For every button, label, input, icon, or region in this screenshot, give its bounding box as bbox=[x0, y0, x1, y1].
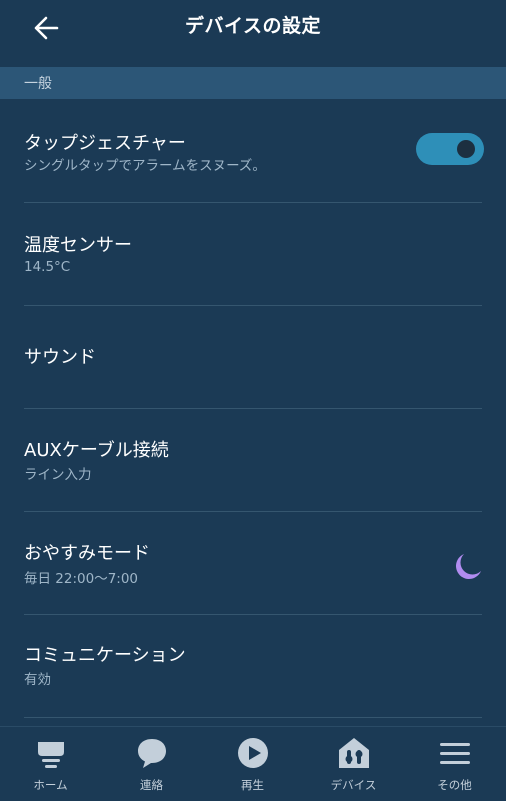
nav-label: デバイス bbox=[330, 778, 377, 792]
setting-row-sound[interactable]: サウンド bbox=[0, 306, 506, 409]
chat-bubble-icon bbox=[137, 739, 166, 768]
nav-devices[interactable]: デバイス bbox=[303, 727, 404, 801]
setting-subtitle: 有効 bbox=[24, 672, 51, 688]
setting-title: AUXケーブル接続 bbox=[24, 440, 169, 461]
setting-subtitle: 14.5°C bbox=[24, 259, 71, 275]
setting-title: タップジェスチャー bbox=[24, 133, 186, 154]
setting-row-tap-gesture[interactable]: タップジェスチャー シングルタップでアラームをスヌーズ。 bbox=[0, 100, 506, 203]
devices-icon bbox=[338, 738, 369, 768]
nav-label: 再生 bbox=[241, 778, 264, 792]
nav-play[interactable]: 再生 bbox=[202, 727, 303, 801]
setting-row-communication[interactable]: コミュニケーション 有効 bbox=[0, 615, 506, 718]
nav-communicate[interactable]: 連絡 bbox=[101, 727, 202, 801]
nav-more[interactable]: その他 bbox=[404, 727, 505, 801]
nav-label: ホーム bbox=[33, 778, 68, 792]
nav-label: その他 bbox=[437, 778, 472, 792]
setting-title: おやすみモード bbox=[24, 543, 150, 564]
bottom-navigation: ホーム 連絡 再生 デバイス その他 bbox=[0, 726, 506, 801]
nav-label: 連絡 bbox=[140, 778, 163, 792]
section-header-general: 一般 bbox=[0, 67, 506, 99]
setting-subtitle: シングルタップでアラームをスヌーズ。 bbox=[24, 158, 266, 174]
play-icon bbox=[237, 738, 268, 768]
setting-subtitle: ライン入力 bbox=[24, 467, 92, 483]
setting-row-temperature-sensor[interactable]: 温度センサー 14.5°C bbox=[0, 203, 506, 306]
setting-subtitle: 毎日 22:00〜7:00 bbox=[24, 571, 139, 587]
app-header: デバイスの設定 bbox=[0, 0, 506, 66]
tap-gesture-toggle[interactable] bbox=[416, 133, 484, 165]
setting-title: コミュニケーション bbox=[24, 645, 186, 666]
setting-row-do-not-disturb[interactable]: おやすみモード 毎日 22:00〜7:00 bbox=[0, 512, 506, 615]
menu-icon bbox=[439, 743, 470, 764]
moon-icon bbox=[456, 554, 481, 579]
divider bbox=[24, 717, 482, 718]
setting-row-aux-cable[interactable]: AUXケーブル接続 ライン入力 bbox=[0, 409, 506, 512]
section-label: 一般 bbox=[24, 76, 52, 92]
toggle-knob bbox=[457, 140, 475, 158]
setting-title: サウンド bbox=[24, 347, 96, 368]
setting-title: 温度センサー bbox=[24, 235, 132, 256]
page-title: デバイスの設定 bbox=[185, 15, 321, 37]
nav-home[interactable]: ホーム bbox=[0, 727, 101, 801]
home-icon bbox=[37, 742, 64, 768]
